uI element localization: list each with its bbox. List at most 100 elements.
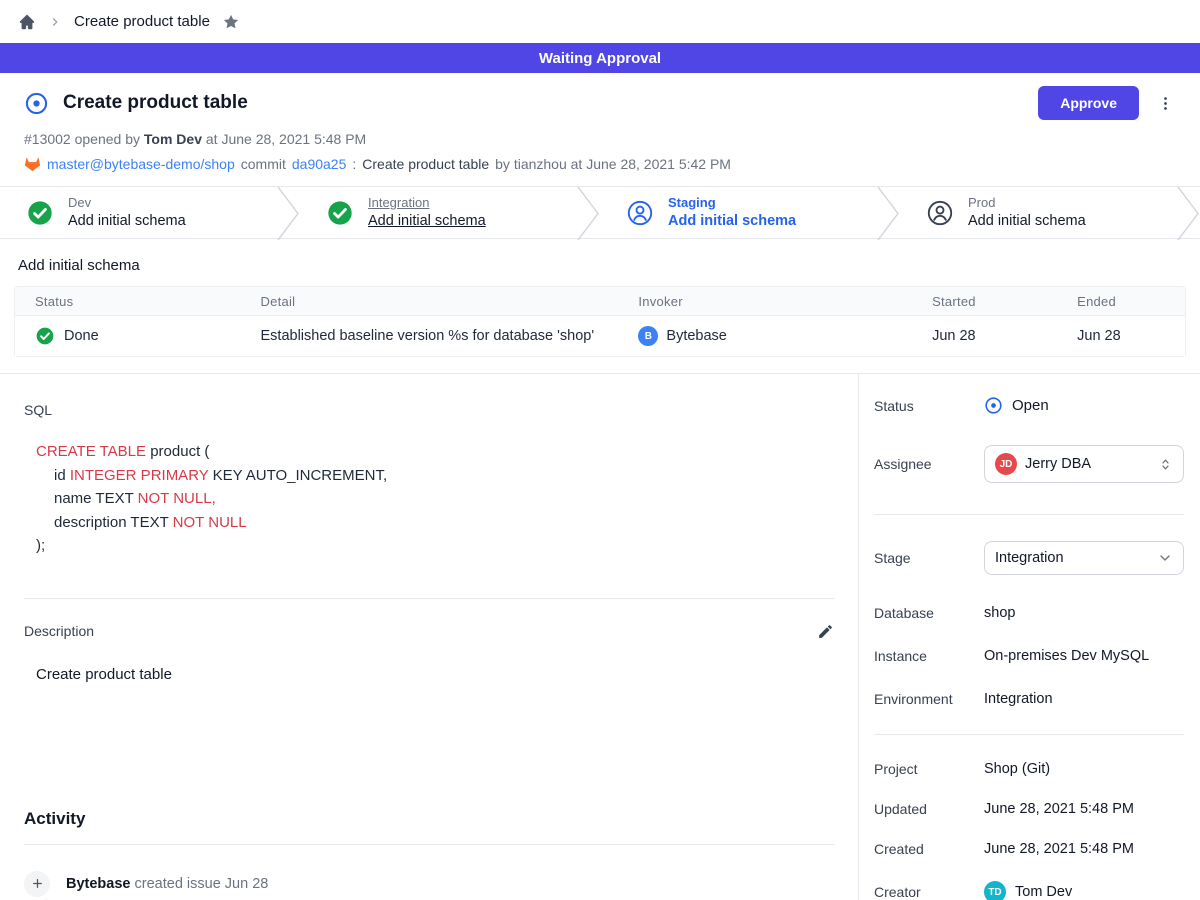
- col-detail: Detail: [253, 294, 631, 309]
- stage-pipeline: Dev Add initial schema Integration Add i…: [0, 186, 1200, 239]
- commit-branch-link[interactable]: master@bytebase-demo/shop: [47, 156, 235, 172]
- activity-section: Activity Bytebase created issue Jun 28: [24, 809, 834, 900]
- activity-actor: Bytebase: [66, 876, 130, 892]
- gitlab-icon: [24, 156, 41, 172]
- bookmark-star-icon[interactable]: [222, 13, 240, 31]
- description-label: Description: [24, 623, 94, 639]
- assignee-avatar: JD: [995, 453, 1017, 475]
- environment-value: Integration: [984, 691, 1053, 707]
- stage-task-label: Add initial schema: [68, 212, 186, 230]
- invoker-avatar: B: [638, 326, 658, 346]
- task-section-title: Add initial schema: [18, 257, 1186, 274]
- stage-env-label: Integration: [368, 195, 486, 211]
- project-value: Shop (Git): [984, 761, 1050, 777]
- created-label: Created: [874, 841, 984, 857]
- stage-task-link[interactable]: Add initial schema: [368, 212, 486, 230]
- col-invoker: Invoker: [630, 294, 924, 309]
- stage-value: Integration: [995, 550, 1149, 566]
- assignee-label: Assignee: [874, 456, 984, 472]
- instance-value: On-premises Dev MySQL: [984, 648, 1149, 664]
- status-open-icon: [984, 396, 1003, 415]
- sql-label: SQL: [24, 402, 834, 418]
- table-row[interactable]: Done Established baseline version %s for…: [15, 315, 1185, 356]
- assignee-select[interactable]: JD Jerry DBA: [984, 445, 1184, 483]
- status-value: Open: [1012, 397, 1049, 414]
- issue-author: Tom Dev: [144, 131, 202, 147]
- database-label: Database: [874, 605, 984, 621]
- breadcrumb-current-page: Create product table: [74, 13, 210, 30]
- task-started: Jun 28: [924, 328, 1069, 344]
- activity-item: Bytebase created issue Jun 28: [24, 871, 834, 897]
- stage-task-label: Add initial schema: [668, 212, 796, 230]
- issue-header: Create product table Approve #13002 open…: [0, 73, 1200, 186]
- stage-env-label: Staging: [668, 195, 796, 211]
- issue-open-icon: [24, 91, 49, 116]
- created-value: June 28, 2021 5:48 PM: [984, 841, 1134, 857]
- stage-separator: [276, 187, 300, 238]
- issue-body: SQL CREATE TABLE product ( id INTEGER PR…: [0, 374, 858, 900]
- commit-message: Create product table: [362, 156, 489, 172]
- activity-action: created issue Jun 28: [135, 876, 269, 892]
- stage-task-label: Add initial schema: [968, 212, 1086, 230]
- assignee-value: Jerry DBA: [1025, 456, 1150, 472]
- done-check-icon: [35, 326, 55, 346]
- sidebar-divider: [874, 734, 1184, 735]
- issue-meta: #13002 opened by Tom Dev at June 28, 202…: [24, 131, 1176, 147]
- stage-dev[interactable]: Dev Add initial schema: [0, 187, 276, 238]
- activity-title: Activity: [24, 809, 834, 829]
- stage-separator: [876, 187, 900, 238]
- invoker-name: Bytebase: [666, 328, 726, 344]
- selector-updown-icon: [1158, 457, 1173, 472]
- stage-select[interactable]: Integration: [984, 541, 1184, 575]
- task-table-header: Status Detail Invoker Started Ended: [15, 287, 1185, 315]
- waiting-approval-banner: Waiting Approval: [0, 43, 1200, 73]
- col-started: Started: [924, 294, 1069, 309]
- col-ended: Ended: [1069, 294, 1185, 309]
- chevron-right-icon: [48, 15, 62, 29]
- stage-separator: [576, 187, 600, 238]
- description-content[interactable]: Create product table: [24, 666, 834, 683]
- activity-divider: [24, 844, 834, 845]
- task-status: Done: [64, 328, 99, 344]
- updated-label: Updated: [874, 801, 984, 817]
- sql-code-block: CREATE TABLE product ( id INTEGER PRIMAR…: [24, 440, 834, 558]
- stage-integration[interactable]: Integration Add initial schema: [300, 187, 576, 238]
- commit-line: master@bytebase-demo/shop commit da90a25…: [24, 156, 1176, 172]
- check-circle-icon: [26, 199, 54, 227]
- check-circle-icon: [326, 199, 354, 227]
- stage-env-label: Prod: [968, 195, 1086, 211]
- pending-approval-icon: [926, 199, 954, 227]
- database-value: shop: [984, 605, 1015, 621]
- commit-suffix: by tianzhou at June 28, 2021 5:42 PM: [495, 156, 731, 172]
- plus-icon: [24, 871, 50, 897]
- stage-label: Stage: [874, 550, 984, 566]
- task-section: Add initial schema Status Detail Invoker…: [0, 257, 1200, 374]
- task-ended: Jun 28: [1069, 328, 1185, 344]
- creator-value: Tom Dev: [1015, 884, 1072, 900]
- edit-pencil-icon[interactable]: [817, 623, 834, 640]
- approve-button[interactable]: Approve: [1038, 86, 1139, 120]
- status-label: Status: [874, 398, 984, 414]
- sidebar-divider: [874, 514, 1184, 515]
- section-divider: [24, 598, 834, 599]
- kebab-menu-icon[interactable]: [1155, 93, 1176, 114]
- task-table: Status Detail Invoker Started Ended Done…: [14, 286, 1186, 357]
- instance-label: Instance: [874, 648, 984, 664]
- page-title: Create product table: [63, 92, 248, 114]
- stage-prod[interactable]: Prod Add initial schema: [900, 187, 1176, 238]
- environment-label: Environment: [874, 691, 984, 707]
- stage-separator: [1176, 187, 1200, 238]
- creator-avatar: TD: [984, 881, 1006, 900]
- updated-value: June 28, 2021 5:48 PM: [984, 801, 1134, 817]
- home-icon[interactable]: [18, 13, 36, 31]
- stage-staging[interactable]: Staging Add initial schema: [600, 187, 876, 238]
- commit-hash-link[interactable]: da90a25: [292, 156, 347, 172]
- pending-approval-icon: [626, 199, 654, 227]
- breadcrumb: Create product table: [0, 0, 1200, 43]
- issue-sidebar: Status Open Assignee JD Jerry DBA Stage: [858, 374, 1200, 900]
- task-detail: Established baseline version %s for data…: [253, 328, 631, 344]
- col-status: Status: [15, 294, 253, 309]
- chevron-down-icon: [1157, 550, 1173, 566]
- creator-label: Creator: [874, 884, 984, 900]
- project-label: Project: [874, 761, 984, 777]
